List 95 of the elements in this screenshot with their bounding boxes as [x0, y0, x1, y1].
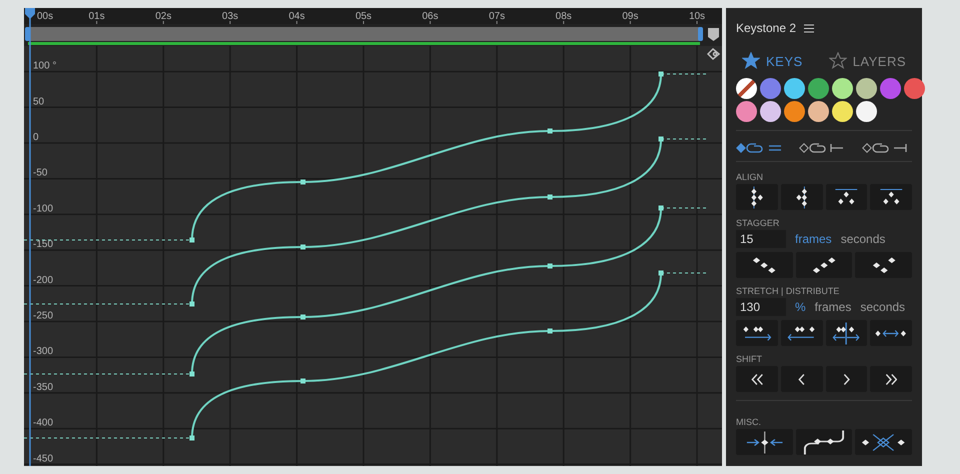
align-button[interactable] — [736, 184, 778, 210]
time-label: 01s — [88, 11, 105, 22]
value-label: -100 — [33, 203, 54, 214]
section-label: SHIFT — [736, 354, 763, 364]
color-swatch[interactable] — [880, 78, 901, 99]
align-button[interactable] — [780, 184, 822, 210]
value-label: -300 — [33, 346, 54, 358]
color-swatch[interactable] — [808, 78, 829, 99]
keyframe-curves-drawing[interactable] — [24, 72, 706, 440]
playhead[interactable] — [25, 8, 35, 466]
no-color-swatch[interactable] — [736, 78, 757, 99]
panel-title: Keystone 2 — [736, 21, 796, 35]
section-label: ALIGN — [736, 172, 764, 182]
unit-option[interactable]: frames — [814, 300, 852, 314]
color-swatch[interactable] — [760, 78, 781, 99]
marker-icon[interactable] — [708, 28, 719, 41]
color-swatch[interactable] — [856, 78, 877, 99]
stretch-button[interactable] — [736, 320, 778, 346]
keyframe-dots-icon — [810, 256, 838, 274]
keyframe-arrow-icon — [787, 324, 816, 342]
shift-button[interactable] — [870, 366, 912, 392]
misc-button[interactable] — [796, 429, 852, 455]
color-swatch[interactable] — [784, 101, 805, 122]
stagger-button[interactable] — [796, 252, 852, 278]
keyframe-dots-icon — [750, 184, 764, 210]
work-area-start-handle[interactable] — [25, 27, 30, 41]
time-label: 03s — [222, 11, 238, 22]
misc-button[interactable] — [855, 429, 912, 455]
amount-field[interactable]: 15 — [736, 230, 786, 248]
work-area-end-handle[interactable] — [698, 27, 703, 41]
section-label: STRETCH | DISTRIBUTE — [736, 286, 840, 296]
color-swatch[interactable] — [760, 101, 781, 122]
value-label: -200 — [33, 274, 54, 286]
keyframe-dots-icon — [834, 188, 859, 206]
value-label: -350 — [33, 382, 54, 393]
shift-button[interactable] — [736, 366, 778, 392]
time-label: 10s — [688, 11, 706, 22]
section-label: STAGGER — [736, 218, 780, 228]
unit-option[interactable]: seconds — [860, 300, 906, 314]
unit-option[interactable]: frames — [795, 232, 832, 246]
time-label: 04s — [288, 11, 305, 22]
stagger-button[interactable] — [736, 252, 793, 278]
keyframe-dots-icon — [878, 188, 904, 206]
time-label: 06s — [422, 11, 438, 22]
snap-icon[interactable] — [706, 48, 720, 60]
unit-option[interactable]: % — [795, 300, 806, 314]
keyframe-arrow-icon — [832, 320, 860, 346]
stretch-button[interactable] — [780, 320, 822, 346]
chevron-icon — [798, 372, 806, 386]
keyframe-arrow-icon — [742, 324, 772, 342]
value-label: -50 — [33, 168, 48, 179]
stretch-button[interactable] — [870, 320, 912, 346]
value-label: -400 — [33, 418, 54, 429]
time-label: 07s — [488, 11, 505, 22]
time-label: 00s — [37, 11, 54, 22]
keyframe-dots-icon — [803, 428, 845, 456]
unit-option[interactable]: seconds — [840, 232, 886, 246]
tab[interactable]: LAYERS — [828, 52, 906, 70]
stagger-button[interactable] — [855, 252, 912, 278]
value-label: 100 ° — [33, 60, 56, 72]
amount-field[interactable]: 130 — [736, 298, 786, 316]
tab[interactable]: KEYS — [742, 52, 803, 70]
time-ruler[interactable] — [24, 8, 722, 24]
value-label: -150 — [33, 239, 54, 250]
value-label: 0 — [33, 132, 39, 143]
section-label: MISC. — [736, 417, 762, 427]
menu-icon[interactable] — [804, 24, 814, 32]
chevron-icon — [750, 372, 764, 386]
value-label: -450 — [33, 453, 54, 464]
star-icon — [828, 52, 847, 70]
time-label: 02s — [155, 11, 172, 22]
color-swatch[interactable] — [736, 101, 757, 122]
align-button[interactable] — [826, 184, 868, 210]
color-swatch[interactable] — [832, 101, 853, 122]
keyframe-dots-icon — [870, 256, 897, 274]
chevron-icon — [884, 372, 898, 386]
color-swatch[interactable] — [832, 78, 853, 99]
color-swatch[interactable] — [808, 101, 829, 122]
keyframe-arrow-icon — [874, 328, 908, 338]
stretch-button[interactable] — [826, 320, 868, 346]
time-label: 08s — [556, 11, 572, 22]
keyframe-dots-icon — [794, 184, 808, 210]
color-swatch[interactable] — [784, 78, 805, 99]
color-swatch[interactable] — [856, 101, 877, 122]
keyframe-dots-icon — [751, 256, 778, 274]
star-icon — [742, 52, 760, 70]
value-label: 50 — [33, 96, 44, 108]
time-label: 09s — [622, 11, 638, 22]
chevron-icon — [842, 372, 850, 386]
time-label: 05s — [355, 11, 372, 22]
keyframe-dots-icon — [744, 430, 784, 454]
align-button[interactable] — [870, 184, 912, 210]
color-swatch[interactable] — [904, 78, 925, 99]
keyframe-dots-icon — [860, 432, 907, 452]
value-label: -250 — [33, 310, 54, 322]
